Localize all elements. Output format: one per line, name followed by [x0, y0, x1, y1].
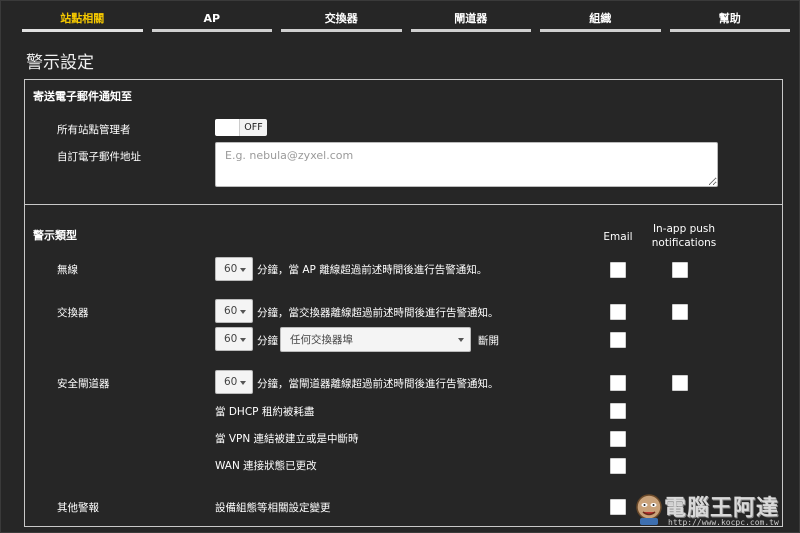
wireless-label: 無線	[57, 264, 78, 276]
dhcp-email-checkbox[interactable]	[610, 403, 626, 419]
page-title: 警示設定	[26, 53, 94, 73]
gateway-minutes-value: 60	[224, 376, 238, 388]
inapp-header-line2: notifications	[651, 237, 717, 249]
toggle-state: OFF	[239, 119, 267, 136]
toggle-knob	[215, 119, 239, 136]
watermark: 電腦王阿達 http://www.kocpc.com.tw	[634, 488, 794, 530]
switch-inapp-checkbox[interactable]	[672, 304, 688, 320]
wireless-description: 分鐘，當 AP 離線超過前述時間後進行告警通知。	[257, 264, 488, 276]
switch-port-minutes-value: 60	[224, 333, 238, 345]
gateway-email-checkbox[interactable]	[610, 375, 626, 391]
switch-port-select[interactable]: 任何交換器埠	[280, 327, 471, 352]
tab-organization[interactable]: 組織	[540, 7, 661, 32]
top-tab-bar: 站點相關 AP 交換器 閘道器 組織 幫助	[22, 7, 790, 32]
tab-gateway[interactable]: 閘道器	[410, 7, 531, 32]
tab-ap[interactable]: AP	[151, 7, 272, 32]
switch-email-checkbox[interactable]	[610, 304, 626, 320]
switch-port-minutes-select[interactable]: 60	[215, 327, 253, 351]
chevron-down-icon	[240, 310, 246, 314]
wan-email-checkbox[interactable]	[610, 458, 626, 474]
custom-email-label: 自訂電子郵件地址	[57, 151, 141, 163]
chevron-down-icon	[458, 338, 464, 342]
wan-alert-text: WAN 連接狀態已更改	[215, 460, 317, 472]
switch-minutes-select[interactable]: 60	[215, 299, 253, 323]
wireless-minutes-value: 60	[224, 263, 238, 275]
switch-port-suffix: 斷開	[478, 335, 499, 347]
all-admins-toggle[interactable]: OFF	[215, 119, 267, 136]
wireless-inapp-checkbox[interactable]	[672, 262, 688, 278]
tab-help[interactable]: 幫助	[669, 7, 790, 32]
inapp-header-line1: In-app push	[652, 223, 716, 235]
switch-port-select-value: 任何交換器埠	[290, 334, 353, 346]
wireless-minutes-select[interactable]: 60	[215, 257, 253, 281]
chevron-down-icon	[240, 381, 246, 385]
gateway-minutes-select[interactable]: 60	[215, 370, 253, 394]
tab-switch[interactable]: 交換器	[281, 7, 402, 32]
chevron-down-icon	[240, 268, 246, 272]
alert-types-panel	[24, 204, 783, 527]
gateway-inapp-checkbox[interactable]	[672, 375, 688, 391]
custom-email-input[interactable]	[215, 142, 718, 187]
dhcp-alert-text: 當 DHCP 租約被耗盡	[215, 406, 315, 418]
switch-minutes-value: 60	[224, 305, 238, 317]
alert-section-title: 警示類型	[33, 229, 77, 242]
switch-label: 交換器	[57, 307, 89, 319]
watermark-url: http://www.kocpc.com.tw	[668, 518, 779, 527]
switch-port-unit: 分鐘	[257, 335, 278, 347]
email-section-title: 寄送電子郵件通知至	[33, 90, 132, 103]
gateway-description: 分鐘，當閘道器離線超過前述時間後進行告警通知。	[257, 378, 499, 390]
wireless-email-checkbox[interactable]	[610, 262, 626, 278]
all-admins-label: 所有站點管理者	[57, 124, 131, 136]
inapp-column-header: In-app push notifications	[644, 222, 724, 250]
switch-port-email-checkbox[interactable]	[610, 332, 626, 348]
email-column-header: Email	[603, 231, 633, 243]
chevron-down-icon	[240, 338, 246, 342]
other-alerts-label: 其他警報	[57, 502, 99, 514]
vpn-alert-text: 當 VPN 連結被建立或是中斷時	[215, 433, 359, 445]
vpn-email-checkbox[interactable]	[610, 431, 626, 447]
tab-site[interactable]: 站點相關	[22, 7, 143, 32]
config-change-text: 設備組態等相關設定變更	[215, 502, 331, 514]
gateway-label: 安全閘道器	[57, 378, 110, 390]
switch-description: 分鐘，當交換器離線超過前述時間後進行告警通知。	[257, 307, 499, 319]
config-change-email-checkbox[interactable]	[610, 499, 626, 515]
mascot-icon	[636, 494, 662, 525]
